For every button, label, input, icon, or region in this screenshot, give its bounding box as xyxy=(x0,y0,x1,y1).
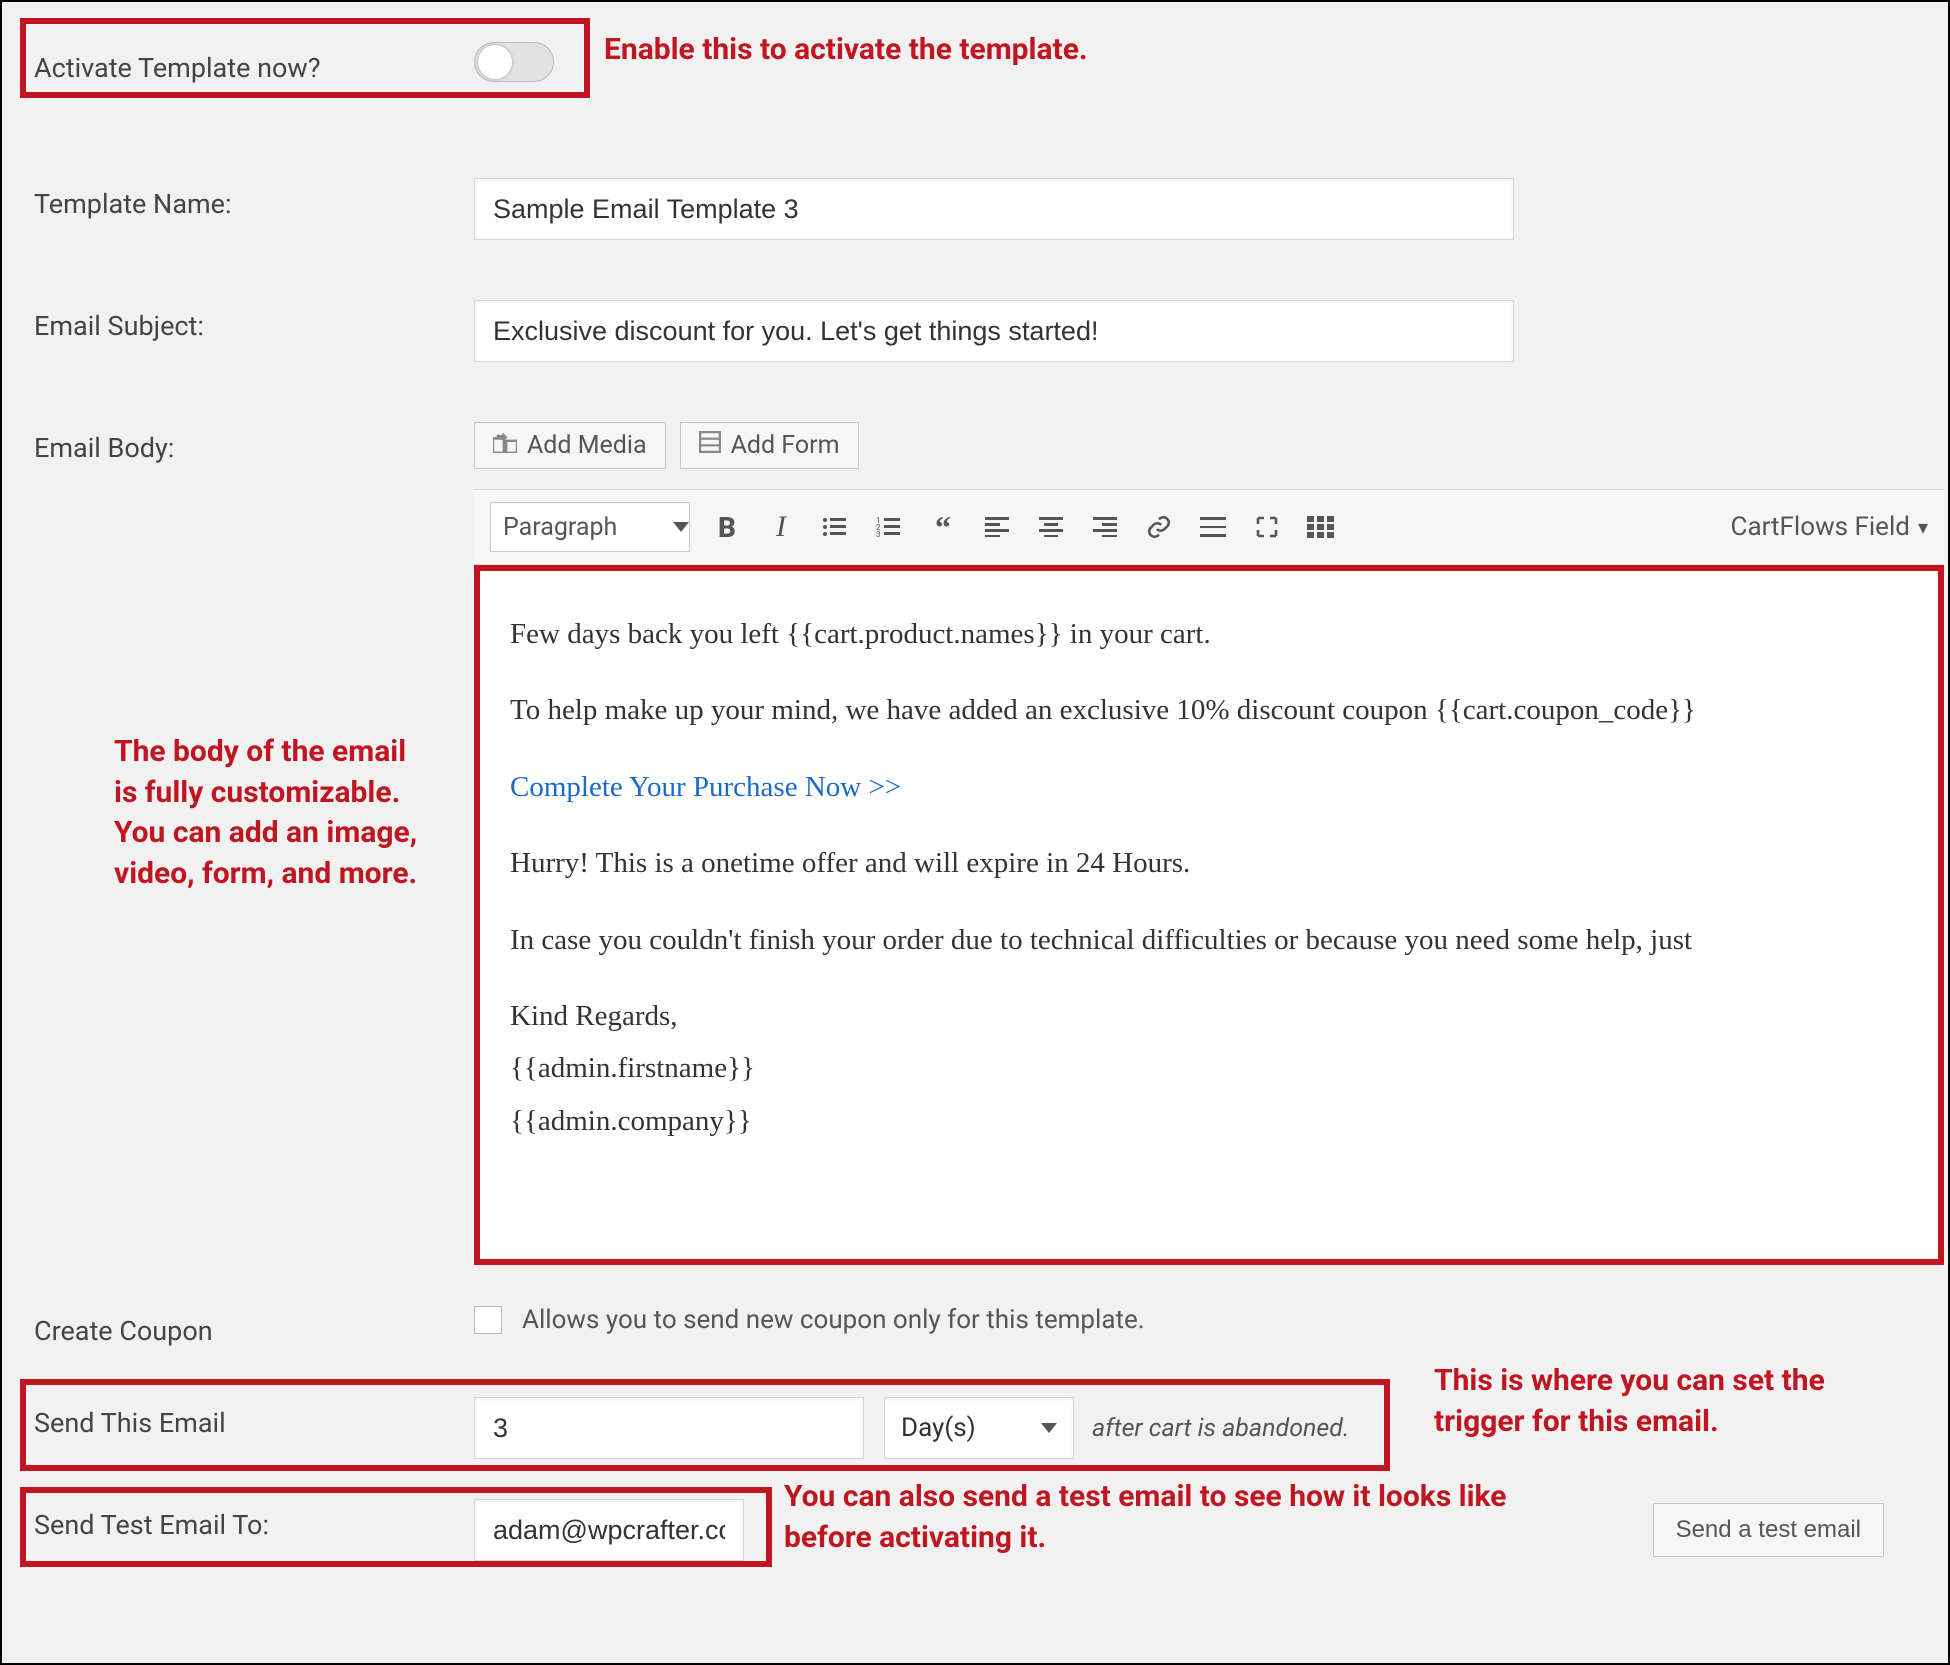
email-subject-input[interactable] xyxy=(474,300,1514,362)
chevron-down-icon xyxy=(673,522,689,532)
svg-text:3: 3 xyxy=(876,530,881,538)
form-icon xyxy=(699,431,721,460)
send-test-email-button[interactable]: Send a test email xyxy=(1653,1503,1884,1557)
email-subject-label: Email Subject: xyxy=(34,300,474,342)
create-coupon-desc: Allows you to send new coupon only for t… xyxy=(522,1305,1145,1335)
body-line: To help make up your mind, we have added… xyxy=(510,687,1908,733)
body-line: Hurry! This is a onetime offer and will … xyxy=(510,840,1908,886)
paragraph-format-select[interactable]: Paragraph xyxy=(490,502,690,552)
template-name-input[interactable] xyxy=(474,178,1514,240)
blockquote-icon[interactable]: “ xyxy=(926,510,960,544)
link-icon[interactable] xyxy=(1142,510,1176,544)
align-center-icon[interactable] xyxy=(1034,510,1068,544)
body-line: {{admin.firstname}} xyxy=(510,1045,1908,1091)
body-line: {{admin.company}} xyxy=(510,1098,1908,1144)
cartflows-field-dropdown[interactable]: CartFlows Field ▾ xyxy=(1731,512,1928,542)
create-coupon-checkbox[interactable] xyxy=(474,1306,502,1334)
align-right-icon[interactable] xyxy=(1088,510,1122,544)
annotation-trigger: This is where you can set the trigger fo… xyxy=(1434,1361,1874,1442)
template-name-label: Template Name: xyxy=(34,178,474,220)
align-left-icon[interactable] xyxy=(980,510,1014,544)
toolbar-toggle-icon[interactable] xyxy=(1304,510,1338,544)
body-line: Few days back you left {{cart.product.na… xyxy=(510,611,1908,657)
bold-icon[interactable]: B xyxy=(710,510,744,544)
email-body-label: Email Body: xyxy=(34,422,474,464)
fullscreen-icon[interactable] xyxy=(1250,510,1284,544)
body-line: Kind Regards, xyxy=(510,993,1908,1039)
add-media-label: Add Media xyxy=(527,431,647,460)
numbered-list-icon[interactable]: 123 xyxy=(872,510,906,544)
add-media-button[interactable]: Add Media xyxy=(474,422,666,469)
body-line: In case you couldn't finish your order d… xyxy=(510,917,1908,963)
read-more-icon[interactable] xyxy=(1196,510,1230,544)
add-form-button[interactable]: Add Form xyxy=(680,422,859,469)
complete-purchase-link[interactable]: Complete Your Purchase Now >> xyxy=(510,771,901,803)
annotation-test: You can also send a test email to see ho… xyxy=(784,1477,1564,1558)
bullet-list-icon[interactable] xyxy=(818,510,852,544)
create-coupon-label: Create Coupon xyxy=(34,1305,474,1347)
annotation-activate: Enable this to activate the template. xyxy=(604,30,1088,71)
email-body-editor[interactable]: Few days back you left {{cart.product.na… xyxy=(474,565,1944,1265)
annotation-body: The body of the email is fully customiza… xyxy=(114,732,434,894)
editor-toolbar: Paragraph B I 123 “ CartFlows Field xyxy=(474,489,1944,565)
italic-icon[interactable]: I xyxy=(764,510,798,544)
chevron-down-icon: ▾ xyxy=(1918,515,1928,539)
media-icon xyxy=(493,431,517,460)
add-form-label: Add Form xyxy=(731,431,840,460)
